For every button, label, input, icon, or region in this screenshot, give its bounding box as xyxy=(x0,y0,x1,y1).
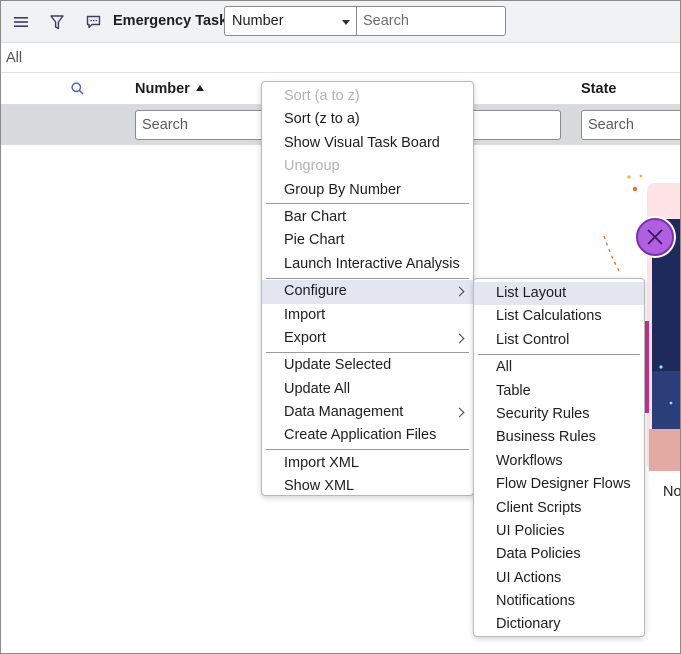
caret-down-icon xyxy=(342,20,350,25)
search-icon[interactable] xyxy=(71,82,84,98)
menu-item-pie-chart[interactable]: Pie Chart xyxy=(262,229,473,252)
column-search-input[interactable] xyxy=(461,110,561,140)
number-search-input[interactable]: Search xyxy=(135,110,275,140)
sort-ascending-icon xyxy=(195,85,204,91)
menu-separator xyxy=(266,351,469,353)
breadcrumb: All xyxy=(1,44,680,73)
menu-item-configure[interactable]: Configure xyxy=(262,280,473,304)
menu-item-show-visual-task-board[interactable]: Show Visual Task Board xyxy=(262,132,473,155)
submenu-item-list-control[interactable]: List Control xyxy=(474,329,644,352)
submenu-item-business-rules[interactable]: Business Rules xyxy=(474,426,644,449)
search-field-select-value: Number xyxy=(232,13,284,29)
menu-item-configure-label: Configure xyxy=(284,283,347,300)
search-input[interactable]: Search xyxy=(356,6,506,36)
list-header: Emergency Tasks Number Search xyxy=(1,1,680,43)
menu-item-update-all[interactable]: Update All xyxy=(262,378,473,401)
column-context-menu: Sort (a to z) Sort (z to a) Show Visual … xyxy=(261,81,474,496)
submenu-item-list-layout[interactable]: List Layout xyxy=(474,282,644,306)
column-header-number-label: Number xyxy=(135,81,190,97)
submenu-item-client-scripts[interactable]: Client Scripts xyxy=(474,497,644,520)
submenu-item-data-policies[interactable]: Data Policies xyxy=(474,543,644,566)
submenu-item-workflows[interactable]: Workflows xyxy=(474,450,644,473)
menu-item-import-xml[interactable]: Import XML xyxy=(262,452,473,475)
menu-item-launch-interactive-analysis[interactable]: Launch Interactive Analysis xyxy=(262,253,473,276)
submenu-item-all[interactable]: All xyxy=(474,356,644,379)
column-header-state[interactable]: State xyxy=(581,81,616,97)
submenu-item-flow-designer-flows[interactable]: Flow Designer Flows xyxy=(474,473,644,496)
menu-separator xyxy=(266,449,469,451)
submenu-item-table[interactable]: Table xyxy=(474,380,644,403)
menu-item-group-by-number[interactable]: Group By Number xyxy=(262,179,473,202)
column-header-number[interactable]: Number xyxy=(135,81,204,97)
menu-separator xyxy=(266,203,469,205)
filter-icon[interactable] xyxy=(47,12,67,32)
submenu-item-notifications[interactable]: Notifications xyxy=(474,590,644,613)
menu-item-export[interactable]: Export xyxy=(262,327,473,350)
app-frame: Emergency Tasks Number Search All Number… xyxy=(0,0,681,654)
chevron-right-icon xyxy=(454,333,465,344)
menu-item-sort-z-to-a[interactable]: Sort (z to a) xyxy=(262,108,473,131)
chevron-right-icon xyxy=(454,286,465,297)
list-title: Emergency Tasks xyxy=(113,13,236,29)
menu-item-show-xml[interactable]: Show XML xyxy=(262,475,473,498)
menu-separator xyxy=(266,277,469,279)
submenu-item-dictionary[interactable]: Dictionary xyxy=(474,613,644,636)
submenu-item-ui-policies[interactable]: UI Policies xyxy=(474,520,644,543)
menu-item-bar-chart[interactable]: Bar Chart xyxy=(262,206,473,229)
menu-item-create-application-files[interactable]: Create Application Files xyxy=(262,424,473,447)
submenu-item-list-calculations[interactable]: List Calculations xyxy=(474,305,644,328)
state-search-input[interactable]: Search xyxy=(581,110,680,140)
menu-item-data-management[interactable]: Data Management xyxy=(262,401,473,424)
menu-item-update-selected[interactable]: Update Selected xyxy=(262,354,473,377)
menu-item-sort-a-to-z: Sort (a to z) xyxy=(284,88,360,104)
menu-item-export-label: Export xyxy=(284,329,326,346)
breadcrumb-all[interactable]: All xyxy=(6,50,22,66)
configure-submenu: List Layout List Calculations List Contr… xyxy=(473,278,645,637)
search-field-select[interactable]: Number xyxy=(224,6,357,36)
chevron-right-icon xyxy=(454,407,465,418)
activity-stream-icon[interactable] xyxy=(83,12,103,32)
menu-item-data-management-label: Data Management xyxy=(284,404,404,421)
empty-state-text: No xyxy=(663,484,681,500)
menu-item-ungroup: Ungroup xyxy=(284,158,340,175)
menu-separator xyxy=(478,353,640,355)
hamburger-menu-icon[interactable] xyxy=(11,12,31,32)
menu-item-import[interactable]: Import xyxy=(262,304,473,327)
submenu-item-ui-actions[interactable]: UI Actions xyxy=(474,567,644,590)
submenu-item-security-rules[interactable]: Security Rules xyxy=(474,403,644,426)
